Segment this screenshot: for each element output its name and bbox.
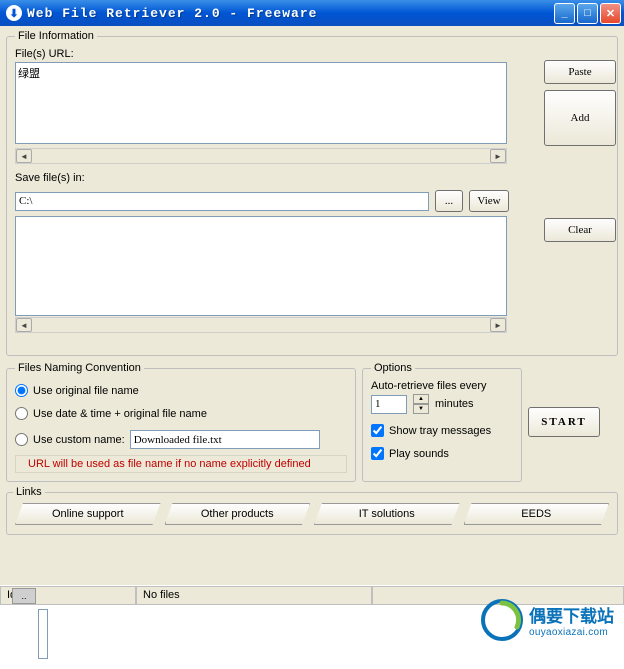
link-it-solutions[interactable]: IT solutions [314,503,460,525]
start-button[interactable]: START [528,407,600,437]
spin-down-icon[interactable]: ▼ [413,404,429,414]
window-controls: _ □ ✕ [554,3,621,24]
browse-button[interactable]: ... [435,190,463,212]
sounds-checkbox[interactable] [371,447,384,460]
watermark-logo-icon [481,599,523,641]
watermark: 偶要下载站 ouyaoxiazai.com [481,599,614,641]
scroll-left-icon[interactable]: ◄ [16,149,32,163]
tray-checkbox[interactable] [371,424,384,437]
radio-datetime-label: Use date & time + original file name [33,408,207,420]
paste-button[interactable]: Paste [544,60,616,84]
auto-retrieve-label: Auto-retrieve files every [371,380,513,392]
naming-note: URL will be used as file name if no name… [15,455,347,473]
files-url-label: File(s) URL: [15,48,609,60]
watermark-cn: 偶要下载站 [529,602,614,627]
tray-label: Show tray messages [389,425,491,437]
radio-custom-label: Use custom name: [33,434,125,446]
radio-custom-name[interactable] [15,433,28,446]
radio-original-label: Use original file name [33,385,139,397]
save-in-label: Save file(s) in: [15,172,609,184]
file-list[interactable] [15,216,507,316]
radio-original-name[interactable] [15,384,28,397]
titlebar: ⬇ Web File Retriever 2.0 - Freeware _ □ … [0,0,624,26]
custom-name-input[interactable] [130,430,320,449]
link-eeds[interactable]: EEDS [464,503,610,525]
links-group: Links Online support Other products IT s… [6,486,618,535]
add-button[interactable]: Add [544,90,616,146]
minutes-input[interactable] [371,395,407,414]
window-title: Web File Retriever 2.0 - Freeware [27,6,554,21]
clear-button[interactable]: Clear [544,218,616,242]
minutes-label: minutes [435,398,474,410]
files-url-input[interactable] [15,62,507,144]
link-online-support[interactable]: Online support [15,503,161,525]
scroll-right-icon[interactable]: ► [490,149,506,163]
app-icon: ⬇ [6,5,22,21]
close-button[interactable]: ✕ [600,3,621,24]
background-list [38,609,48,659]
list-scrollbar[interactable]: ◄ ► [15,317,507,333]
right-button-column: Paste Add Clear [544,60,616,242]
naming-convention-group: Files Naming Convention Use original fil… [6,362,356,482]
naming-legend: Files Naming Convention [15,362,144,374]
options-group: Options Auto-retrieve files every ▲ ▼ mi… [362,362,522,482]
view-button[interactable]: View [469,190,509,212]
status-files: No files [136,586,372,605]
background-tab: .. [12,588,36,604]
options-legend: Options [371,362,415,374]
minimize-button[interactable]: _ [554,3,575,24]
maximize-button[interactable]: □ [577,3,598,24]
spin-up-icon[interactable]: ▲ [413,394,429,404]
save-path-input[interactable] [15,192,429,211]
file-info-legend: File Information [15,30,97,42]
link-other-products[interactable]: Other products [165,503,311,525]
url-scrollbar[interactable]: ◄ ► [15,148,507,164]
watermark-en: ouyaoxiazai.com [529,627,614,638]
scroll-right-icon[interactable]: ► [490,318,506,332]
client-area: File Information File(s) URL: ◄ ► Save f… [0,26,624,585]
minutes-spinner[interactable]: ▲ ▼ [413,394,429,414]
radio-datetime-name[interactable] [15,407,28,420]
scroll-left-icon[interactable]: ◄ [16,318,32,332]
file-information-group: File Information File(s) URL: ◄ ► Save f… [6,30,618,356]
sounds-label: Play sounds [389,448,449,460]
links-legend: Links [13,486,45,498]
